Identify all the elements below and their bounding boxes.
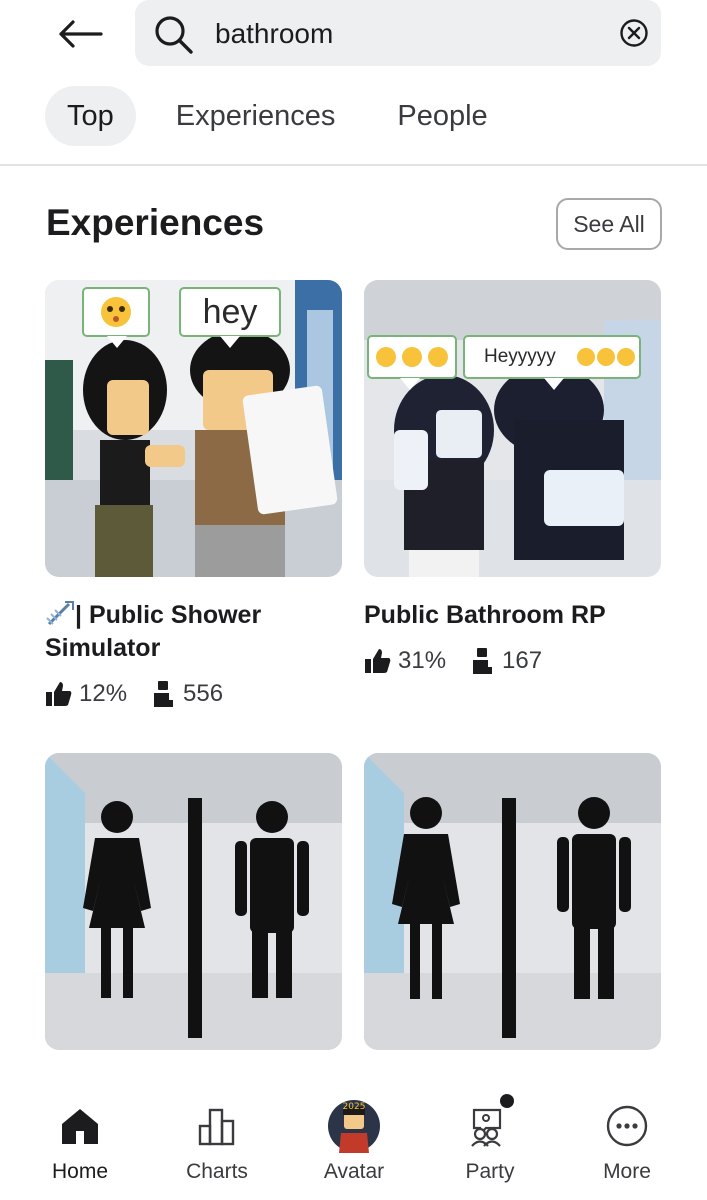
nav-party[interactable]: Party xyxy=(435,1082,545,1200)
experience-card[interactable]: Heyyyyy Public Bathroom RP 31% 167 xyxy=(364,280,661,676)
search-input[interactable] xyxy=(215,14,595,54)
section-title: Experiences xyxy=(46,202,265,243)
nav-label: Charts xyxy=(186,1160,248,1183)
nav-label: More xyxy=(603,1160,651,1183)
like-percent: 12% xyxy=(79,680,128,707)
nav-more[interactable]: More xyxy=(572,1082,682,1200)
tab-experiences[interactable]: Experiences xyxy=(154,86,358,146)
chat-bubble: Heyyyyy xyxy=(484,346,556,367)
nav-label: Avatar xyxy=(323,1160,385,1183)
experience-stats: 12% 556 xyxy=(45,679,342,709)
see-all-button[interactable]: See All xyxy=(556,198,662,250)
chat-bubble: hey xyxy=(202,292,258,331)
home-icon xyxy=(62,1109,98,1144)
search-icon xyxy=(155,16,193,54)
tab-label: Top xyxy=(67,99,114,132)
notification-badge xyxy=(500,1094,514,1108)
experience-thumbnail[interactable] xyxy=(45,753,342,1050)
thumbs-up-icon xyxy=(46,682,72,706)
party-icon xyxy=(471,1108,502,1147)
players-icon xyxy=(154,681,174,707)
experience-card[interactable]: hey | Public Shower Simulator 12% 556 xyxy=(45,280,342,709)
nav-avatar[interactable]: 2025 Avatar xyxy=(299,1082,409,1200)
player-count: 556 xyxy=(183,680,224,707)
experience-thumbnail[interactable]: Heyyyyy xyxy=(364,280,661,577)
restroom-sign-image xyxy=(45,753,342,1050)
experience-thumbnail[interactable] xyxy=(364,753,661,1050)
search-bar[interactable] xyxy=(135,0,661,66)
arrow-left-icon xyxy=(59,20,103,48)
experience-title-text: | Public Shower Simulator xyxy=(45,601,262,662)
tab-label: Experiences xyxy=(175,99,336,132)
back-button[interactable] xyxy=(52,12,108,56)
shower-icon xyxy=(46,601,74,626)
experience-card[interactable] xyxy=(364,753,661,1050)
experience-title[interactable]: | Public Shower Simulator xyxy=(45,599,342,665)
bottom-nav: Home Charts 2025 Avatar Party More xyxy=(0,1082,707,1200)
experience-title[interactable]: Public Bathroom RP xyxy=(364,599,661,632)
nav-label: Party xyxy=(465,1160,515,1183)
like-percent: 31% xyxy=(398,647,447,674)
experience-thumbnail[interactable]: hey xyxy=(45,280,342,577)
svg-text:2025: 2025 xyxy=(343,1102,366,1112)
tab-label: People xyxy=(397,99,488,132)
players-icon xyxy=(473,648,493,674)
charts-icon xyxy=(198,1108,235,1146)
nav-home[interactable]: Home xyxy=(25,1082,135,1200)
divider xyxy=(0,164,707,166)
game-thumbnail-image xyxy=(364,280,661,577)
emoji-icon xyxy=(577,348,635,366)
restroom-sign-image xyxy=(364,753,661,1050)
nav-charts[interactable]: Charts xyxy=(162,1082,272,1200)
tab-top[interactable]: Top xyxy=(45,86,136,146)
clear-search-icon[interactable] xyxy=(619,18,649,48)
avatar-icon: 2025 xyxy=(328,1100,380,1153)
nav-label: Home xyxy=(51,1160,109,1183)
tab-people[interactable]: People xyxy=(375,86,509,146)
search-tabs: Top Experiences People xyxy=(45,86,528,146)
experience-card[interactable] xyxy=(45,753,342,1050)
player-count: 167 xyxy=(502,647,543,674)
experience-stats: 31% 167 xyxy=(364,646,661,676)
more-icon xyxy=(606,1105,648,1147)
thumbs-up-icon xyxy=(365,649,391,673)
